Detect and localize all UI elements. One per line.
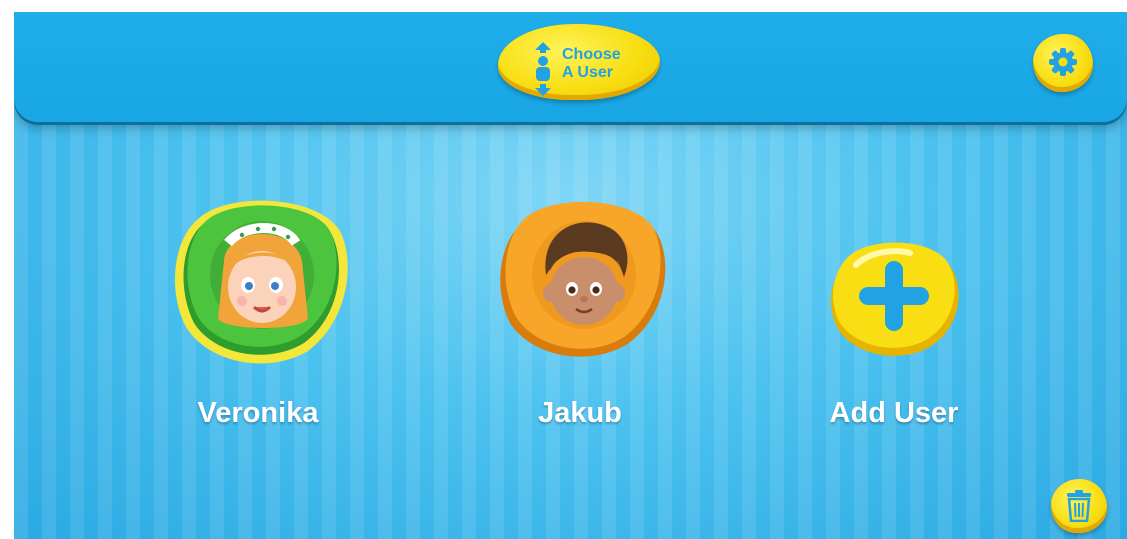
choose-user-label: Choose A User: [562, 46, 652, 82]
trash-icon: [1067, 490, 1091, 522]
user-profile-veronika[interactable]: Veronika: [138, 177, 378, 437]
veronika-avatar: [174, 200, 348, 364]
delete-user-button[interactable]: [1051, 479, 1107, 533]
choose-user-line-1: Choose: [562, 46, 621, 63]
add-user-icon: [831, 242, 959, 356]
choose-user-button[interactable]: Choose A User: [498, 24, 660, 100]
settings-button[interactable]: [1033, 34, 1093, 92]
choose-user-line-2: A User: [562, 64, 613, 81]
user-name-veronika: Veronika: [197, 397, 319, 429]
add-user-label: Add User: [829, 397, 959, 429]
gear-icon: [1049, 48, 1077, 76]
add-user-button[interactable]: Add User: [774, 177, 1014, 437]
top-bar: Choose A User: [14, 12, 1127, 122]
user-name-jakub: Jakub: [538, 397, 622, 429]
app-screen: Choose A User Veronika Jakub Add User: [14, 12, 1127, 539]
choose-user-icon: [535, 42, 551, 96]
jakub-avatar: [500, 201, 666, 357]
user-profile-jakub[interactable]: Jakub: [460, 177, 700, 437]
